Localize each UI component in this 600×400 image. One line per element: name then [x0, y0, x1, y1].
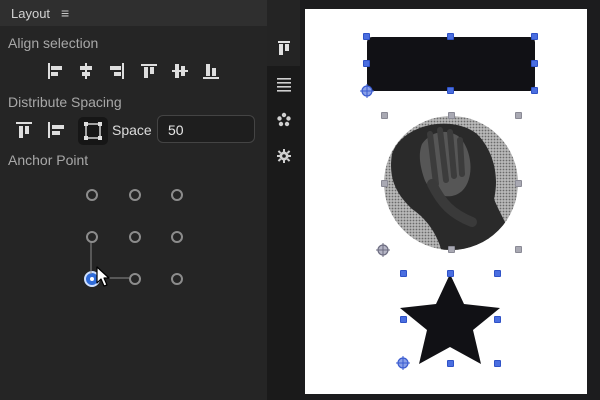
distribute-vertical-icon[interactable]: [11, 117, 37, 143]
selection-handle[interactable]: [447, 87, 454, 94]
space-input[interactable]: 50: [157, 115, 255, 143]
selection-handle[interactable]: [381, 112, 388, 119]
selection-handle[interactable]: [515, 180, 522, 187]
selection-handle[interactable]: [363, 60, 370, 67]
align-bottom-icon[interactable]: [198, 58, 224, 84]
selection-handle[interactable]: [381, 180, 388, 187]
rectangle-shape[interactable]: [367, 37, 535, 91]
selection-handle[interactable]: [494, 270, 501, 277]
selection-handle[interactable]: [515, 112, 522, 119]
selection-handle[interactable]: [531, 87, 538, 94]
selection-handle[interactable]: [448, 112, 455, 119]
rail-active-tab: [267, 0, 300, 66]
layers-icon[interactable]: [276, 76, 292, 92]
layout-panel: Layout ≡ Align selection Distribute Spac…: [0, 0, 267, 400]
selection-handle[interactable]: [494, 360, 501, 367]
selection-handle[interactable]: [515, 246, 522, 253]
pivot-point-icon[interactable]: [360, 84, 374, 98]
anchor-middle-right[interactable]: [171, 231, 183, 243]
selection-handle[interactable]: [447, 270, 454, 277]
align-selection-label: Align selection: [8, 35, 99, 51]
anchor-top-left[interactable]: [86, 189, 98, 201]
selection-handle[interactable]: [400, 316, 407, 323]
align-right-icon[interactable]: [104, 58, 130, 84]
anchor-point-label: Anchor Point: [8, 152, 89, 168]
layout-icon[interactable]: [276, 40, 292, 56]
distribute-selection-icon[interactable]: [78, 117, 108, 145]
anchor-connector-lines: [90, 242, 129, 279]
anchor-top-right[interactable]: [171, 189, 183, 201]
selection-handle[interactable]: [531, 33, 538, 40]
align-center-horizontal-icon[interactable]: [73, 58, 99, 84]
components-icon[interactable]: [276, 112, 292, 128]
mouse-cursor-icon: [96, 266, 110, 287]
align-top-icon[interactable]: [136, 58, 162, 84]
distribute-spacing-label: Distribute Spacing: [8, 94, 122, 110]
selection-handle[interactable]: [447, 360, 454, 367]
anchor-top-center[interactable]: [129, 189, 141, 201]
pivot-point-icon[interactable]: [396, 356, 410, 370]
settings-icon[interactable]: [276, 148, 292, 164]
align-middle-vertical-icon[interactable]: [167, 58, 193, 84]
panel-tab-header: Layout ≡: [0, 0, 267, 26]
selection-handle[interactable]: [531, 60, 538, 67]
selection-handle[interactable]: [400, 270, 407, 277]
pivot-point-icon[interactable]: [376, 243, 390, 257]
selection-handle[interactable]: [448, 246, 455, 253]
selection-handle[interactable]: [494, 316, 501, 323]
selection-handle[interactable]: [363, 33, 370, 40]
hamburger-icon[interactable]: ≡: [61, 5, 69, 21]
selection-handle[interactable]: [447, 33, 454, 40]
space-label: Space: [112, 122, 152, 138]
align-left-icon[interactable]: [42, 58, 68, 84]
panel-title[interactable]: Layout: [11, 6, 50, 21]
distribute-horizontal-icon[interactable]: [43, 117, 69, 143]
star-shape[interactable]: [398, 272, 502, 366]
circle-photo-shape[interactable]: [382, 114, 520, 252]
anchor-bottom-right[interactable]: [171, 273, 183, 285]
